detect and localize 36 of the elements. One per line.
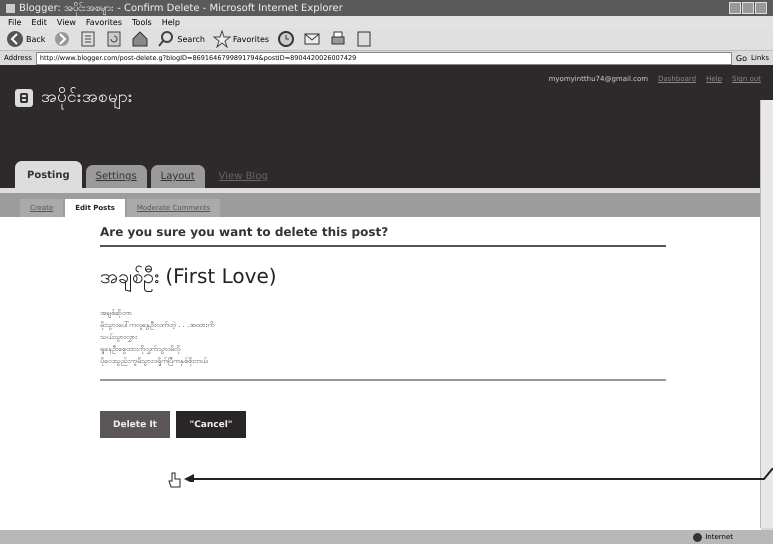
toolbar-button[interactable]: [355, 30, 374, 48]
confirm-question: Are you sure you want to delete this post?: [100, 225, 666, 247]
scrollbar[interactable]: [760, 100, 773, 528]
favorites-icon: [212, 30, 231, 48]
globe-icon: [693, 532, 702, 542]
refresh-icon: [105, 30, 124, 48]
toolbar-button[interactable]: [131, 30, 150, 48]
go-button[interactable]: Go: [736, 54, 748, 62]
menu-item[interactable]: Tools: [132, 18, 152, 26]
forward-icon: [53, 30, 72, 48]
back-icon: [6, 30, 24, 48]
menu-item[interactable]: Help: [162, 18, 180, 26]
toolbar-button[interactable]: [79, 30, 98, 48]
history-icon: [277, 30, 296, 48]
tab[interactable]: Posting: [15, 161, 82, 188]
menu-item[interactable]: View: [56, 18, 76, 26]
menu-item[interactable]: Edit: [31, 18, 47, 26]
window-title: Blogger: အပိုင်းအစများ - Confirm Delete - Microsoft Internet Explorer: [19, 1, 343, 16]
toolbar-button[interactable]: [277, 30, 296, 48]
post-title: အချစ်ဦး (First Love): [100, 263, 666, 293]
toolbar-button[interactable]: Favorites: [212, 30, 270, 48]
home-icon: [131, 30, 150, 48]
menu-item[interactable]: Favorites: [86, 18, 122, 26]
menu-item[interactable]: File: [8, 18, 22, 26]
toolbar-button[interactable]: Back: [6, 30, 46, 48]
blogger-logo: [15, 88, 33, 106]
hand-cursor-icon: [168, 472, 182, 488]
tab[interactable]: Settings: [86, 165, 147, 188]
delete-button[interactable]: Delete It: [100, 411, 170, 438]
window-icon: [6, 4, 15, 12]
tab[interactable]: Layout: [150, 165, 205, 188]
blog-title: အပိုင်းအစများ: [41, 85, 133, 110]
toolbar-button[interactable]: [105, 30, 124, 48]
toolbar-button[interactable]: Search: [157, 30, 205, 48]
cancel-button[interactable]: "Cancel": [176, 411, 246, 438]
search-icon: [157, 30, 176, 48]
